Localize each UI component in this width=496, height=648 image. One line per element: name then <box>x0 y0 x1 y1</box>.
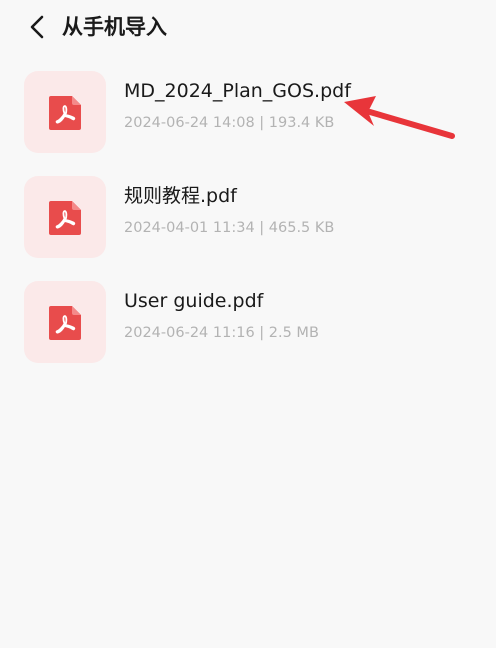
pdf-file-icon <box>47 94 83 132</box>
file-item-rules-tutorial[interactable]: 规则教程.pdf 2024-04-01 11:34 | 465.5 KB <box>22 176 472 260</box>
file-meta: 2024-04-01 11:34 | 465.5 KB <box>124 220 335 236</box>
file-name: User guide.pdf <box>124 290 264 312</box>
file-meta: 2024-06-24 14:08 | 193.4 KB <box>124 115 335 131</box>
header: 从手机导入 <box>0 0 496 56</box>
file-name: MD_2024_Plan_GOS.pdf <box>124 80 351 102</box>
page-title: 从手机导入 <box>62 15 167 39</box>
chevron-left-icon <box>30 15 44 39</box>
file-meta: 2024-06-24 11:16 | 2.5 MB <box>124 325 319 341</box>
file-thumbnail <box>24 176 106 258</box>
file-thumbnail <box>24 71 106 153</box>
file-name: 规则教程.pdf <box>124 185 237 207</box>
back-button[interactable] <box>24 12 52 42</box>
file-item-md-2024-plan-gos[interactable]: MD_2024_Plan_GOS.pdf 2024-06-24 14:08 | … <box>22 71 472 155</box>
file-thumbnail <box>24 281 106 363</box>
pdf-file-icon <box>47 199 83 237</box>
file-item-user-guide[interactable]: User guide.pdf 2024-06-24 11:16 | 2.5 MB <box>22 281 472 365</box>
import-from-phone-page: 从手机导入 MD_2024_Plan_GOS.pdf 2024-06-24 14… <box>0 0 496 648</box>
pdf-file-icon <box>47 304 83 342</box>
